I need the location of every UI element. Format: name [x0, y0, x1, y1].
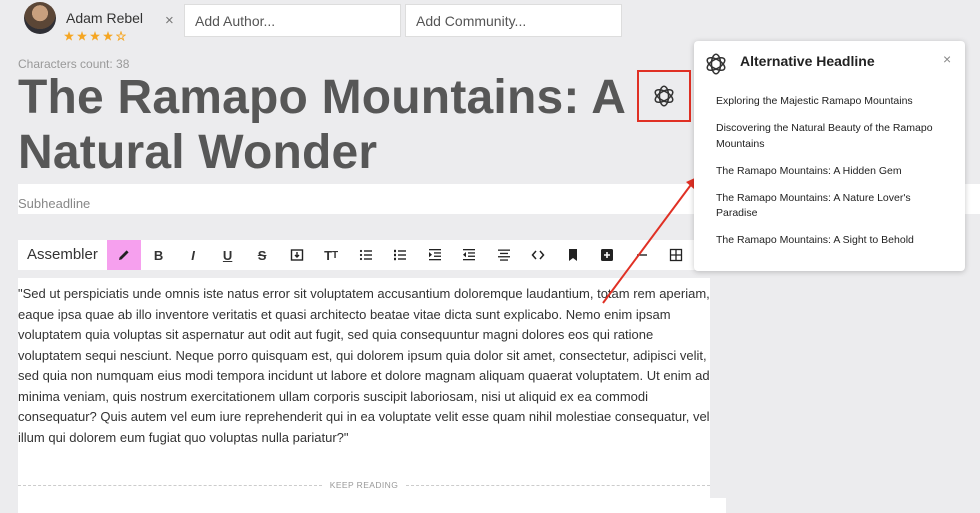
add-author-input[interactable]: Add Author...	[184, 4, 401, 37]
characters-count: Characters count: 38	[18, 57, 130, 71]
underline-icon[interactable]: U	[210, 240, 245, 270]
subheadline-placeholder: Subheadline	[18, 196, 91, 211]
numbered-list-icon[interactable]	[383, 240, 418, 270]
bold-icon[interactable]: B	[141, 240, 176, 270]
assembler-label[interactable]: Assembler	[18, 240, 107, 270]
suggestion-item[interactable]: The Ramapo Mountains: A Hidden Gem	[716, 164, 951, 180]
table-icon[interactable]	[659, 240, 694, 270]
keep-reading-divider: KEEP READING	[18, 479, 711, 491]
ai-headline-button[interactable]	[637, 70, 691, 122]
author-rating	[64, 31, 126, 41]
pencil-icon[interactable]	[106, 240, 142, 270]
star-outline-icon	[116, 31, 126, 41]
strikethrough-icon[interactable]: S	[245, 240, 280, 270]
suggestion-item[interactable]: Discovering the Natural Beauty of the Ra…	[716, 121, 951, 152]
body-text[interactable]: "Sed ut perspiciatis unde omnis iste nat…	[18, 284, 712, 448]
italic-icon[interactable]: I	[176, 240, 211, 270]
indent-icon[interactable]	[417, 240, 452, 270]
text-size-icon[interactable]: TT	[314, 240, 349, 270]
alternative-headline-popup: Alternative Headline × Exploring the Maj…	[694, 41, 965, 271]
close-icon[interactable]: ×	[943, 51, 951, 67]
save-icon[interactable]	[279, 240, 314, 270]
author-name: Adam Rebel	[66, 10, 144, 26]
openai-icon	[706, 53, 726, 75]
editor-toolbar: Assembler B I U S TT	[18, 240, 710, 270]
align-center-icon[interactable]	[486, 240, 521, 270]
minus-icon[interactable]	[624, 240, 659, 270]
headline-input[interactable]: The Ramapo Mountains: A Natural Wonder	[18, 70, 638, 180]
bottom-strip	[18, 498, 726, 513]
bookmark-icon[interactable]	[555, 240, 590, 270]
suggestion-item[interactable]: The Ramapo Mountains: A Nature Lover's P…	[716, 191, 951, 222]
remove-author-button[interactable]: ×	[165, 12, 174, 29]
code-icon[interactable]	[521, 240, 556, 270]
suggestion-item[interactable]: The Ramapo Mountains: A Sight to Behold	[716, 233, 951, 249]
star-icon	[103, 31, 113, 41]
keep-reading-label: KEEP READING	[329, 480, 399, 490]
suggestion-list: Exploring the Majestic Ramapo Mountains …	[716, 94, 951, 260]
star-icon	[77, 31, 87, 41]
outdent-icon[interactable]	[452, 240, 487, 270]
suggestion-item[interactable]: Exploring the Majestic Ramapo Mountains	[716, 94, 951, 110]
add-community-input[interactable]: Add Community...	[405, 4, 622, 37]
bullet-list-icon[interactable]	[348, 240, 383, 270]
add-box-icon[interactable]	[590, 240, 625, 270]
star-icon	[64, 31, 74, 41]
author-avatar	[24, 2, 56, 34]
openai-icon	[654, 85, 674, 107]
star-icon	[90, 31, 100, 41]
popup-title: Alternative Headline	[740, 53, 875, 69]
